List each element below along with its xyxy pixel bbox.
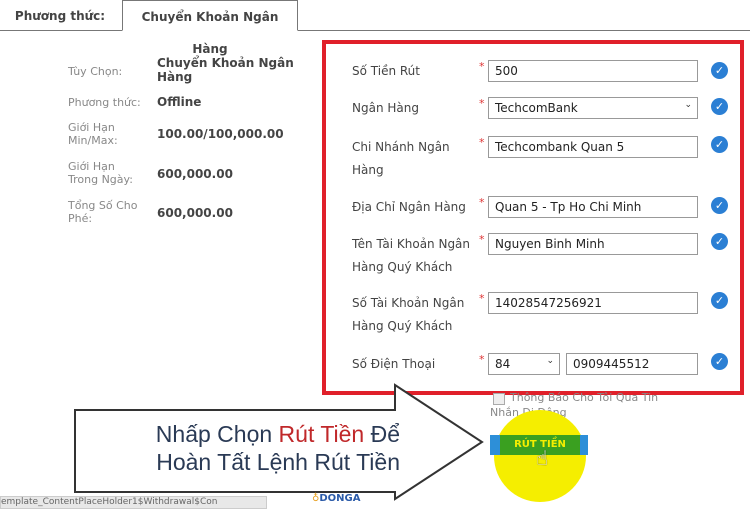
required-mark: *	[479, 136, 485, 149]
label-amount: Số Tiền Rút	[352, 64, 420, 78]
tab-method[interactable]: Phương thức:	[0, 0, 120, 30]
info-label-minmax: Giới Hạn Min/Max:	[68, 121, 118, 147]
bank-select-value: TechcomBank	[495, 101, 578, 115]
callout-line-2: Hoàn Tất Lệnh Rút Tiền	[156, 449, 400, 475]
label-account-number: Số Tài Khoản Ngân Hàng Quý Khách	[352, 296, 465, 333]
hand-cursor-icon: ☝	[536, 446, 549, 470]
required-mark: *	[479, 60, 485, 73]
info-value-minmax: 100.00/100,000.00	[157, 127, 284, 141]
bank-select[interactable]: TechcomBank ⌄	[488, 97, 698, 119]
required-mark: *	[479, 353, 485, 366]
phone-code-value: 84	[495, 357, 511, 371]
info-label-method: Phương thức:	[68, 96, 141, 109]
required-mark: *	[479, 196, 485, 209]
check-icon: ✓	[711, 62, 728, 79]
label-address: Địa Chỉ Ngân Hàng	[352, 200, 466, 214]
phone-input[interactable]: 0909445512	[566, 353, 698, 375]
phone-code-select[interactable]: 84 ⌄	[488, 353, 560, 375]
logo-text: DONGA	[319, 493, 361, 504]
label-account-name: Tên Tài Khoản Ngân Hàng Quý Khách	[352, 237, 471, 274]
info-label-option: Tùy Chọn:	[68, 65, 123, 78]
callout-text-part: Nhấp Chọn	[155, 421, 279, 447]
info-label-daily: Giới Hạn Trong Ngày:	[68, 160, 133, 186]
info-value-daily: 600,000.00	[157, 167, 233, 181]
address-input[interactable]: Quan 5 - Tp Ho Chi Minh	[488, 196, 698, 218]
account-name-input[interactable]: Nguyen Binh Minh	[488, 233, 698, 255]
chevron-down-icon: ⌄	[684, 100, 692, 110]
info-label-total: Tổng Số Cho Phé:	[68, 199, 138, 225]
check-icon: ✓	[711, 353, 728, 370]
donga-logo: ♁DONGA	[312, 493, 361, 504]
check-icon: ✓	[711, 233, 728, 250]
info-value-method: Offline	[157, 95, 202, 109]
callout-line-1: Nhấp Chọn Rút Tiền Để	[80, 420, 400, 448]
tab-bank-transfer[interactable]: Chuyển Khoản Ngân Hàng	[122, 0, 298, 56]
label-phone: Số Điện Thoại	[352, 357, 436, 371]
info-value-total: 600,000.00	[157, 206, 233, 220]
tab-divider	[0, 30, 750, 31]
check-icon: ✓	[711, 136, 728, 153]
label-bank: Ngân Hàng	[352, 101, 419, 115]
chevron-down-icon: ⌄	[546, 356, 554, 366]
check-icon: ✓	[711, 98, 728, 115]
callout-text-part: Để	[364, 421, 400, 447]
branch-input[interactable]: Techcombank Quan 5	[488, 136, 698, 158]
required-mark: *	[479, 292, 485, 305]
account-number-input[interactable]: 14028547256921	[488, 292, 698, 314]
callout-text: Nhấp Chọn Rút Tiền Để Hoàn Tất Lệnh Rút …	[80, 420, 400, 476]
status-bar: emplate_ContentPlaceHolder1$Withdrawal$C…	[0, 496, 267, 509]
label-branch: Chi Nhánh Ngân Hàng	[352, 140, 450, 177]
amount-input[interactable]: 500	[488, 60, 698, 82]
required-mark: *	[479, 97, 485, 110]
check-icon: ✓	[711, 197, 728, 214]
callout-highlight: Rút Tiền	[278, 421, 365, 447]
required-mark: *	[479, 233, 485, 246]
check-icon: ✓	[711, 292, 728, 309]
